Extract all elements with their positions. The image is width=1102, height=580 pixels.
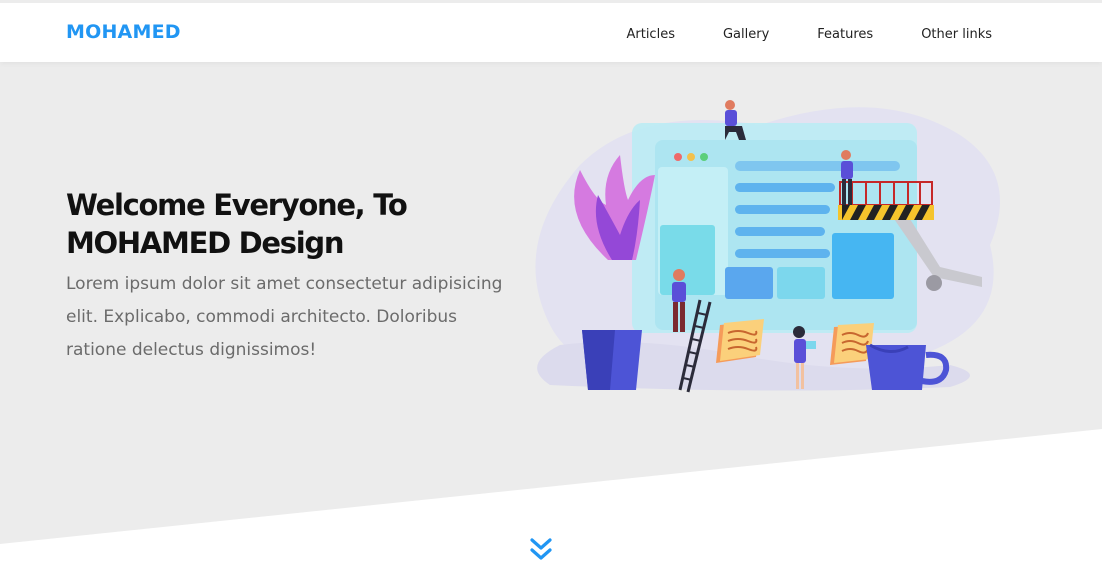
nav-link-gallery[interactable]: Gallery xyxy=(723,27,769,42)
main-nav: Articles Gallery Features Other links xyxy=(626,27,992,42)
nav-link-other-links[interactable]: Other links xyxy=(921,27,992,42)
hero-illustration xyxy=(535,100,1000,393)
top-navigation-bar: MOHAMED Articles Gallery Features Other … xyxy=(0,0,1102,62)
nav-link-features[interactable]: Features xyxy=(817,27,873,42)
hero-title: Welcome Everyone, To MOHAMED Design xyxy=(66,188,408,260)
site-logo[interactable]: MOHAMED xyxy=(66,21,181,43)
hero-description: Lorem ipsum dolor sit amet consectetur a… xyxy=(66,274,503,360)
double-chevron-down-icon[interactable] xyxy=(528,536,554,564)
nav-link-articles[interactable]: Articles xyxy=(626,27,674,42)
